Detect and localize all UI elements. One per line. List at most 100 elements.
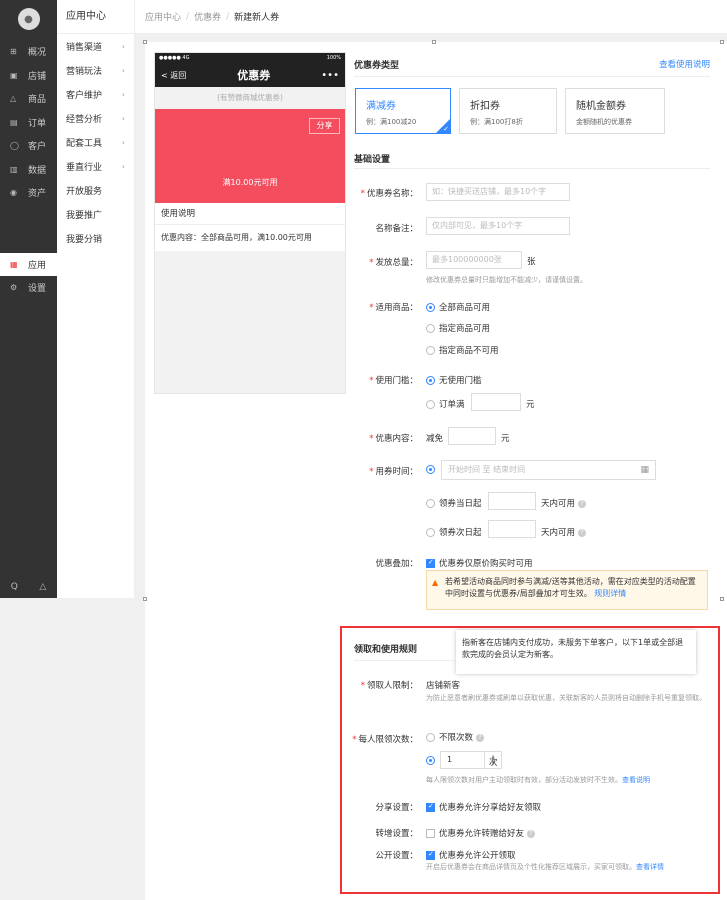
usage-help-link[interactable]: 查看使用说明 bbox=[659, 58, 710, 70]
phone-shop-name: (有赞微商城优惠券) bbox=[217, 93, 283, 102]
goods-option-all[interactable]: 全部商品可用 bbox=[426, 301, 490, 313]
remark-input[interactable]: 仅内部可见，最多10个字 bbox=[426, 217, 570, 235]
sidebar-item-label: 资产 bbox=[28, 189, 47, 200]
public-option[interactable]: 优惠券允许公开领取 bbox=[426, 849, 516, 861]
content-amount-input[interactable] bbox=[448, 427, 496, 445]
subnav-item-label: 垂直行业 bbox=[66, 162, 103, 173]
resize-handle[interactable] bbox=[720, 597, 724, 601]
sidebar-item-overview[interactable]: ⊞ 概况 bbox=[0, 40, 57, 64]
checkbox-on[interactable] bbox=[426, 850, 435, 860]
date-range-picker[interactable]: 开始时间 至 结束时间 ▦ bbox=[441, 460, 656, 480]
sidebar-item-label: 应用 bbox=[28, 260, 47, 271]
breadcrumb-separator: / bbox=[226, 11, 230, 22]
threshold-amount-input[interactable] bbox=[471, 393, 521, 411]
sidebar-item-settings[interactable]: ⚙ 设置 bbox=[0, 276, 57, 300]
coupon-type-title: 满减券 bbox=[366, 101, 396, 112]
goods-icon: △ bbox=[10, 94, 17, 104]
sidebar-item-store[interactable]: ▣ 店铺 bbox=[0, 64, 57, 88]
subnav-item-label: 开放服务 bbox=[66, 186, 103, 197]
bell-icon[interactable]: △ bbox=[39, 582, 46, 592]
radio-off[interactable] bbox=[426, 346, 435, 355]
breadcrumb-item[interactable]: 优惠券 bbox=[194, 10, 221, 23]
resize-handle[interactable] bbox=[143, 597, 147, 601]
nav-spacer bbox=[0, 598, 145, 900]
goods-option-excluded[interactable]: 指定商品不可用 bbox=[426, 344, 499, 356]
goods-option-specified[interactable]: 指定商品可用 bbox=[426, 322, 490, 334]
time-option-same-day[interactable]: 领券当日起 bbox=[426, 497, 482, 509]
checkbox-off[interactable] bbox=[426, 829, 435, 838]
subnav-item-analysis[interactable]: 经营分析 › bbox=[57, 106, 134, 130]
public-help-link[interactable]: 查看详情 bbox=[636, 863, 664, 871]
coupon-share-button: 分享 bbox=[309, 118, 340, 134]
threshold-option-none[interactable]: 无使用门槛 bbox=[426, 374, 482, 386]
stack-option[interactable]: 优惠券仅原价购买时可用 bbox=[426, 557, 533, 569]
subnav-item-marketing[interactable]: 营销玩法 › bbox=[57, 58, 134, 82]
app-logo[interactable]: ● bbox=[17, 8, 40, 30]
resize-handle[interactable] bbox=[143, 40, 147, 44]
search-icon[interactable]: Q bbox=[11, 582, 18, 592]
sidebar-bottom: Q △ bbox=[0, 582, 57, 592]
breadcrumb-item[interactable]: 应用中心 bbox=[145, 10, 181, 23]
rules-title: 领取和使用规则 bbox=[354, 645, 418, 655]
quantity-input[interactable]: 最多100000000张 bbox=[426, 251, 522, 269]
radio-on[interactable] bbox=[426, 376, 435, 385]
time-option-next-day[interactable]: 领券次日起 bbox=[426, 526, 482, 538]
subnav-item-label: 销售渠道 bbox=[66, 42, 103, 53]
store-icon: ▣ bbox=[10, 70, 18, 80]
checkbox-on[interactable] bbox=[426, 558, 435, 568]
coupon-name-label: * 优惠券名称： bbox=[360, 189, 418, 199]
transfer-label: 转增设置： bbox=[375, 829, 418, 839]
help-icon: ? bbox=[476, 733, 485, 742]
sidebar-item-goods[interactable]: △ 商品 bbox=[0, 87, 57, 111]
coupon-type-title: 优惠券类型 bbox=[354, 61, 400, 71]
times-option-limited[interactable] bbox=[426, 756, 439, 766]
subnav-item-sales-channel[interactable]: 销售渠道 › bbox=[57, 34, 134, 58]
same-day-days-input[interactable] bbox=[488, 492, 536, 510]
sidebar-item-assets[interactable]: ◉ 资产 bbox=[0, 181, 57, 205]
sidebar-item-orders[interactable]: ▤ 订单 bbox=[0, 111, 57, 135]
radio-off[interactable] bbox=[426, 324, 435, 333]
radio-on[interactable] bbox=[426, 756, 435, 765]
subnav-item-promote[interactable]: 我要推广 bbox=[57, 202, 134, 226]
time-option-range[interactable] bbox=[426, 465, 439, 475]
radio-off[interactable] bbox=[426, 528, 435, 537]
subnav-item-distribute[interactable]: 我要分销 bbox=[57, 226, 134, 250]
resize-handle[interactable] bbox=[432, 40, 436, 44]
subnav-item-industry[interactable]: 垂直行业 › bbox=[57, 154, 134, 178]
subnav-item-tools[interactable]: 配套工具 › bbox=[57, 130, 134, 154]
checkbox-on[interactable] bbox=[426, 802, 435, 812]
coupon-type-sub: 金额随机的优惠券 bbox=[576, 118, 632, 126]
transfer-option[interactable]: 优惠券允许转赠给好友? bbox=[426, 827, 536, 839]
coupon-type-discount[interactable]: 折扣券 例：满100打8折 bbox=[459, 88, 557, 134]
quantity-help: 修改优惠券总量时只能增加不能减少，请谨慎设置。 bbox=[426, 276, 587, 284]
radio-off[interactable] bbox=[426, 733, 435, 742]
radio-off[interactable] bbox=[426, 499, 435, 508]
sidebar-item-apps[interactable]: ▦ 应用 bbox=[0, 252, 57, 276]
coupon-type-title: 折扣券 bbox=[470, 101, 500, 112]
threshold-option-min[interactable]: 订单满 bbox=[426, 398, 465, 410]
remark-label: 名称备注： bbox=[375, 224, 418, 234]
times-stepper-value[interactable]: 1 bbox=[441, 752, 485, 768]
sidebar-item-data[interactable]: ▥ 数据 bbox=[0, 158, 57, 182]
resize-handle[interactable] bbox=[720, 40, 724, 44]
basic-settings-title: 基础设置 bbox=[354, 155, 391, 165]
share-option[interactable]: 优惠券允许分享给好友领取 bbox=[426, 801, 541, 813]
radio-off[interactable] bbox=[426, 400, 435, 409]
subnav-item-open-services[interactable]: 开放服务 bbox=[57, 178, 134, 202]
times-help-link[interactable]: 查看说明 bbox=[622, 776, 650, 784]
quantity-unit: 张 bbox=[527, 257, 536, 267]
coupon-type-random[interactable]: 随机金额券 金额随机的优惠券 bbox=[565, 88, 665, 134]
time-label: * 用券时间： bbox=[369, 467, 418, 477]
coupon-type-full-reduction[interactable]: 满减券 例：满100减20 ✓ bbox=[355, 88, 451, 134]
radio-on[interactable] bbox=[426, 465, 435, 474]
subnav-item-customer-care[interactable]: 客户维护 › bbox=[57, 82, 134, 106]
threshold-label: * 使用门槛： bbox=[369, 376, 418, 386]
sidebar-item-customers[interactable]: ◯ 客户 bbox=[0, 134, 57, 158]
overview-icon: ⊞ bbox=[10, 47, 17, 57]
chevron-right-icon: › bbox=[121, 161, 125, 171]
rule-detail-link[interactable]: 规则详情 bbox=[594, 589, 626, 598]
times-option-unlimited[interactable]: 不限次数? bbox=[426, 731, 485, 743]
next-day-days-input[interactable] bbox=[488, 520, 536, 538]
radio-on[interactable] bbox=[426, 303, 435, 312]
coupon-name-input[interactable]: 如：快捷买送店铺，最多10个字 bbox=[426, 183, 570, 201]
